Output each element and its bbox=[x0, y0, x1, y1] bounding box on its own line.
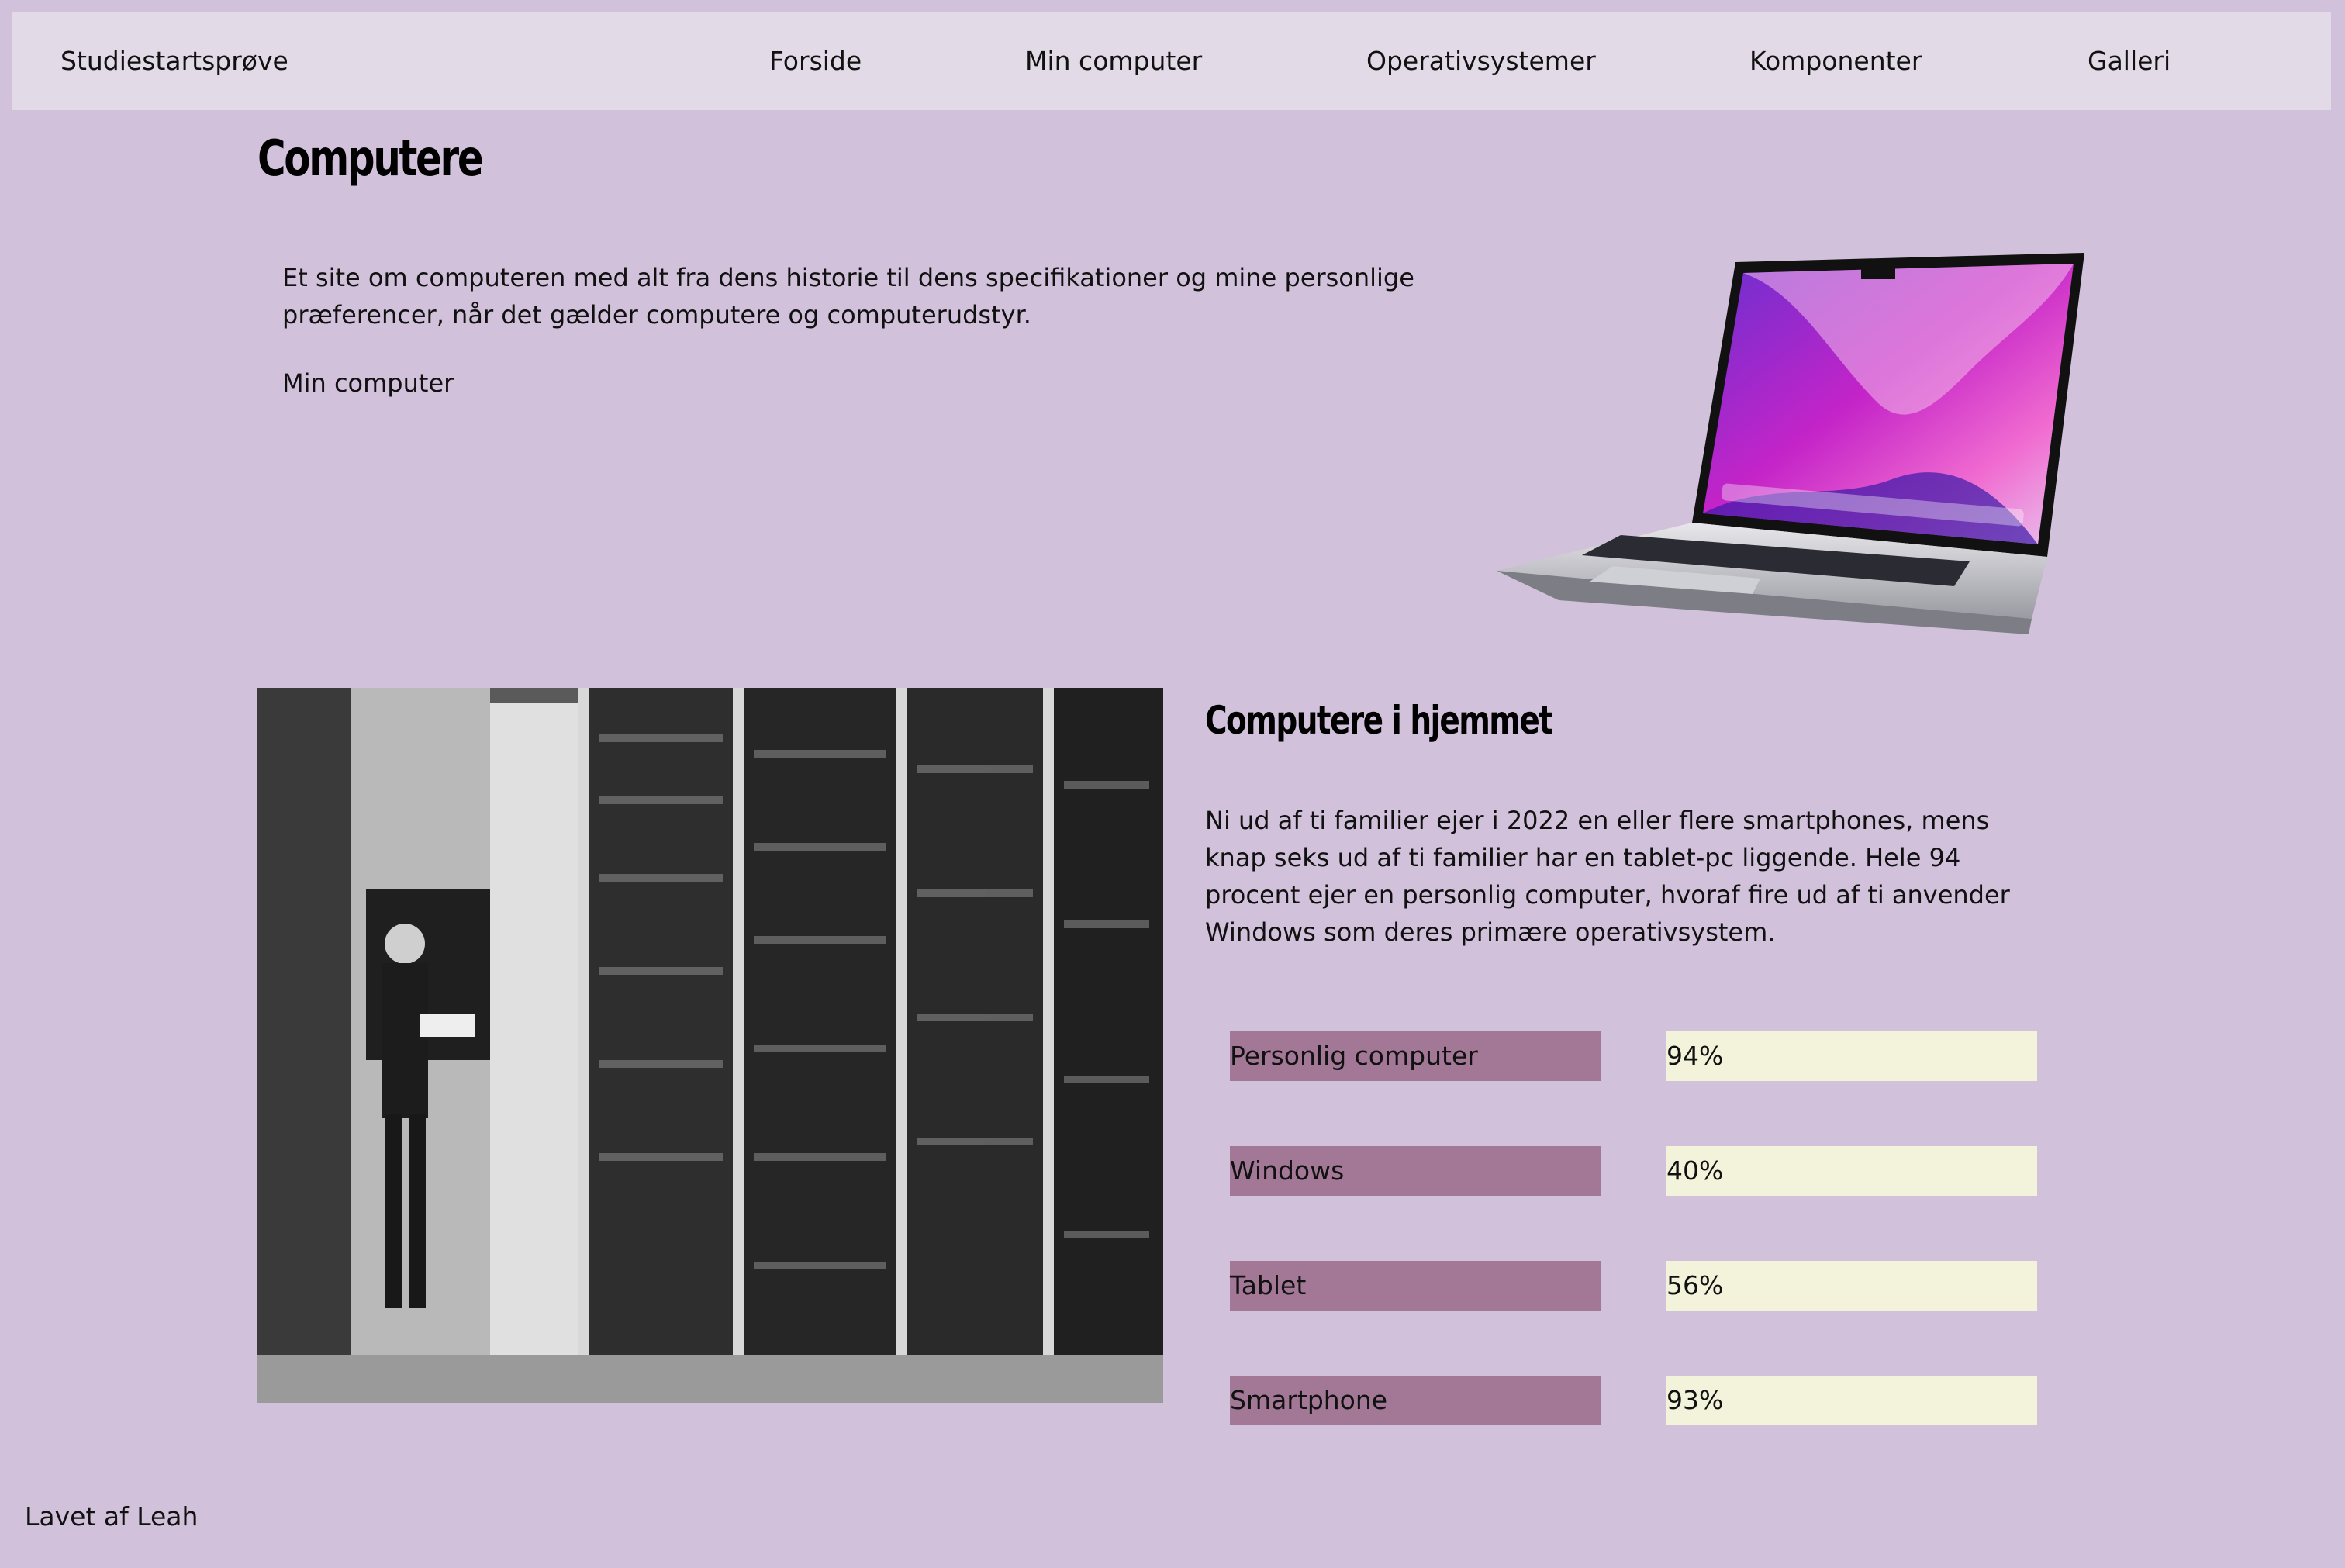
nav-link-operativsystemer[interactable]: Operativsystemer bbox=[1366, 12, 1596, 110]
section-paragraph: Ni ud af ti familier ejer i 2022 en elle… bbox=[1205, 806, 2010, 947]
intro-paragraph: Et site om computeren med alt fra dens h… bbox=[282, 263, 1414, 330]
stat-label-smartphone: Smartphone bbox=[1230, 1376, 1601, 1425]
nav-link-komponenter[interactable]: Komponenter bbox=[1749, 12, 1922, 110]
nav-link-forside[interactable]: Forside bbox=[769, 12, 862, 110]
site-brand[interactable]: Studiestartsprøve bbox=[60, 12, 288, 110]
nav-link-galleri[interactable]: Galleri bbox=[2088, 12, 2171, 110]
stat-value-personlig-computer: 94% bbox=[1666, 1031, 2037, 1081]
page-title: Computere bbox=[257, 130, 484, 188]
stat-value-windows: 40% bbox=[1666, 1146, 2037, 1196]
stat-label-tablet: Tablet bbox=[1230, 1261, 1601, 1311]
min-computer-link[interactable]: Min computer bbox=[282, 364, 454, 402]
stat-label-personlig-computer: Personlig computer bbox=[1230, 1031, 1601, 1081]
nav-link-min-computer[interactable]: Min computer bbox=[1025, 12, 1202, 110]
footer-credit: Lavet af Leah bbox=[25, 1501, 199, 1532]
historic-computer-photo bbox=[257, 688, 1163, 1403]
stat-value-smartphone: 93% bbox=[1666, 1376, 2037, 1425]
section-title: Computere i hjemmet bbox=[1205, 698, 1553, 743]
top-navbar: Studiestartsprøve Forside Min computer O… bbox=[12, 12, 2331, 110]
stat-value-tablet: 56% bbox=[1666, 1261, 2037, 1311]
laptop-image bbox=[1497, 253, 2084, 634]
stat-label-windows: Windows bbox=[1230, 1146, 1601, 1196]
